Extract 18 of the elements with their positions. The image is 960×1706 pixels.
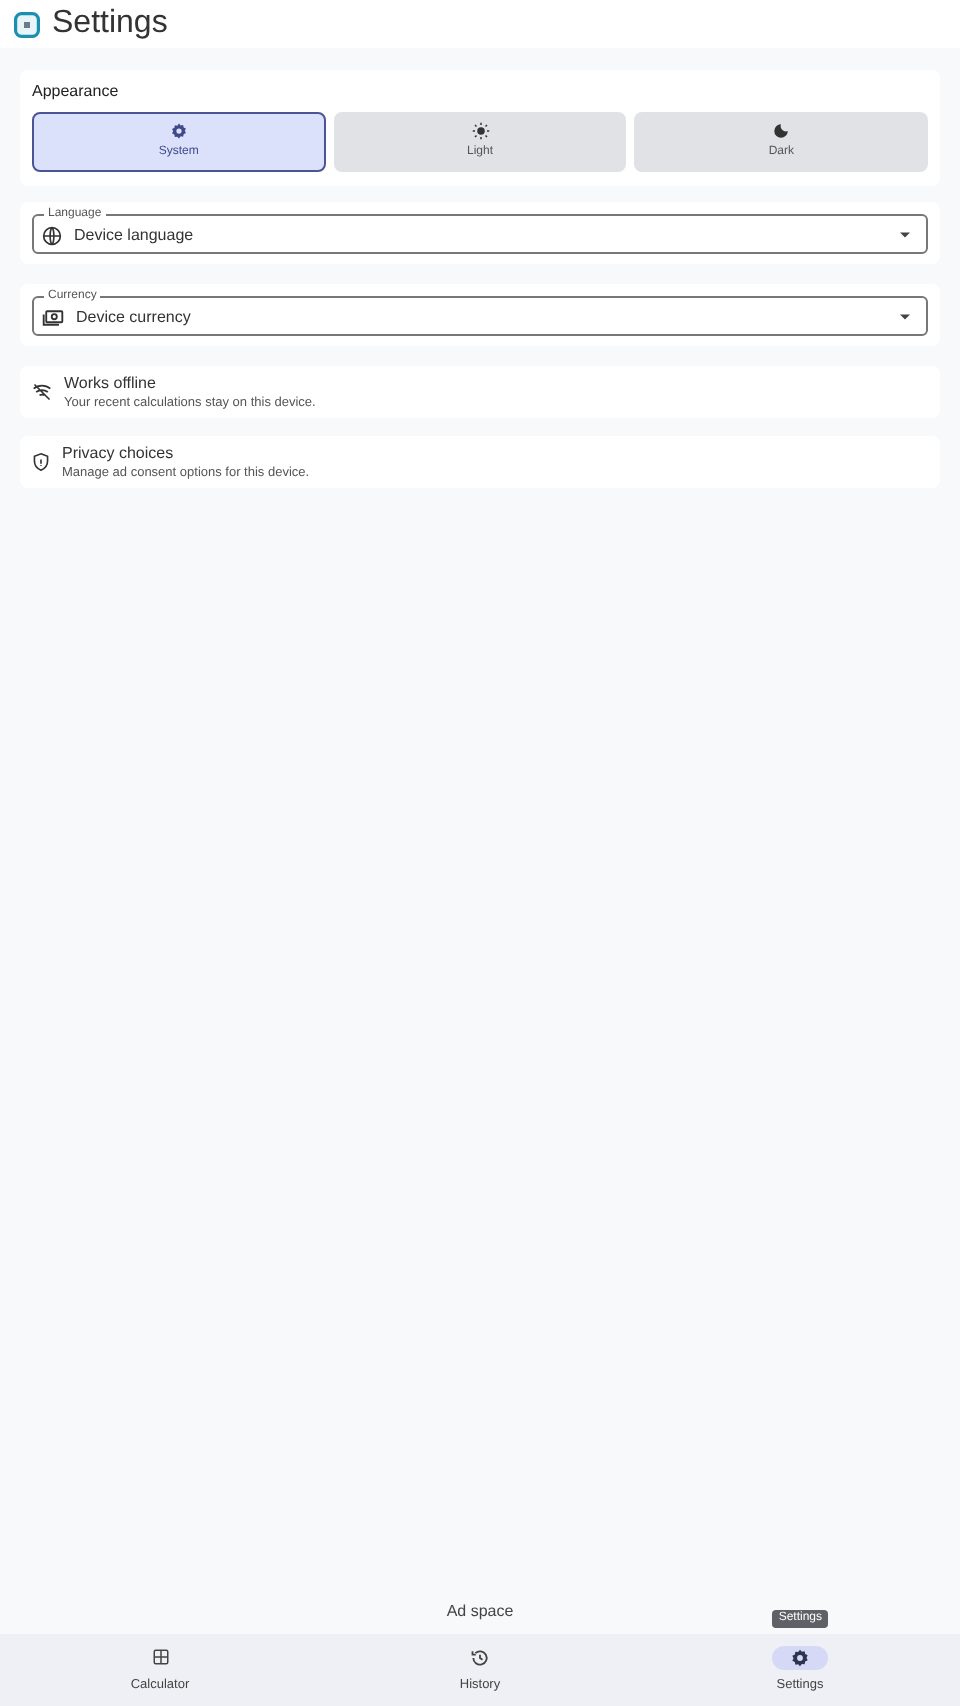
app-logo-icon [14, 11, 40, 37]
sun-icon [471, 122, 489, 140]
dropdown-caret-icon [900, 232, 910, 238]
banknote-icon [42, 307, 64, 327]
wifi-off-icon [32, 382, 52, 402]
info-title: Works offline [64, 373, 158, 393]
section-heading: Appearance [32, 80, 121, 104]
globe-icon [42, 225, 62, 245]
shield-icon [32, 452, 50, 472]
ad-space-label: Ad space [446, 1600, 514, 1624]
dropdown-caret-icon [900, 314, 910, 320]
gear-icon [169, 122, 188, 140]
history-icon [470, 1647, 490, 1668]
gear-icon [790, 1647, 810, 1668]
screen-title: Settings [52, 4, 168, 44]
moon-icon [772, 122, 791, 140]
calculator-icon [151, 1648, 169, 1667]
info-title: Privacy choices [62, 443, 176, 463]
